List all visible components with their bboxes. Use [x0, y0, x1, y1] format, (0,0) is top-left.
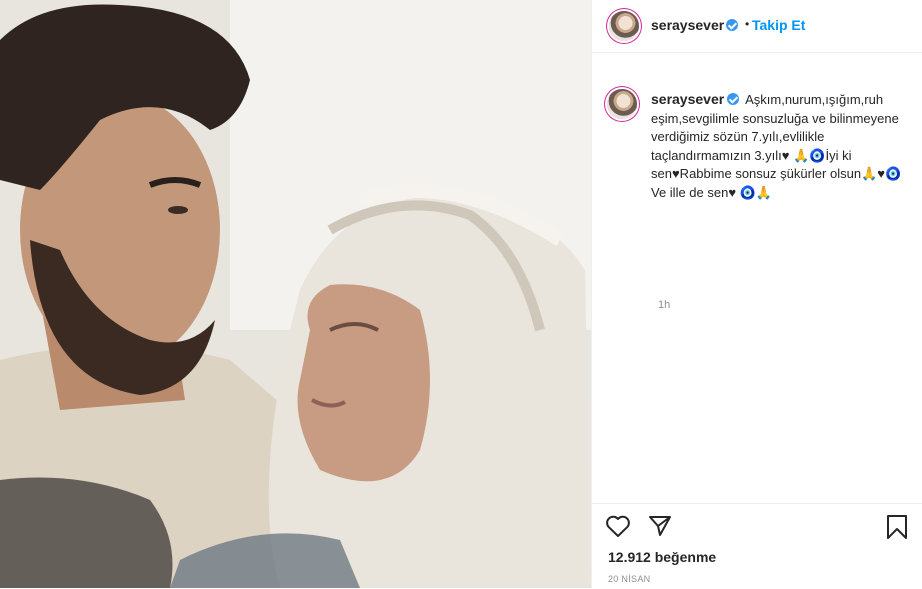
- post-date[interactable]: 20 NİSAN: [608, 574, 650, 584]
- follow-button[interactable]: Takip Et: [752, 17, 805, 33]
- verified-badge-icon: [726, 19, 738, 31]
- caption-content: seraysever Aşkım,nurum,ışığım,ruh eşim,s…: [651, 90, 909, 202]
- author-avatar[interactable]: [609, 11, 639, 41]
- caption-author-avatar[interactable]: [607, 89, 637, 119]
- post-time[interactable]: 1h: [658, 299, 670, 311]
- likes-count[interactable]: 12.912 beğenme: [608, 549, 716, 565]
- heart-icon[interactable]: [605, 514, 631, 543]
- caption-author-username[interactable]: seraysever: [651, 91, 724, 107]
- post-side-panel: seraysever • Takip Et seraysever Aşkım,n…: [592, 0, 922, 588]
- author-username[interactable]: seraysever: [651, 17, 724, 33]
- bookmark-icon[interactable]: [886, 514, 908, 545]
- caption-verified-badge-icon: [727, 93, 740, 105]
- paper-plane-icon[interactable]: [648, 514, 672, 543]
- couple-photo-image: [0, 0, 591, 588]
- action-bar: 12.912 beğenme 20 NİSAN: [592, 503, 922, 589]
- caption-text: Aşkım,nurum,ışığım,ruh eşim,sevgilimle s…: [651, 92, 902, 200]
- post-photo[interactable]: [0, 0, 591, 588]
- caption-block: seraysever Aşkım,nurum,ışığım,ruh eşim,s…: [592, 70, 922, 510]
- post-header: seraysever • Takip Et: [592, 0, 922, 53]
- separator-dot: •: [745, 17, 750, 31]
